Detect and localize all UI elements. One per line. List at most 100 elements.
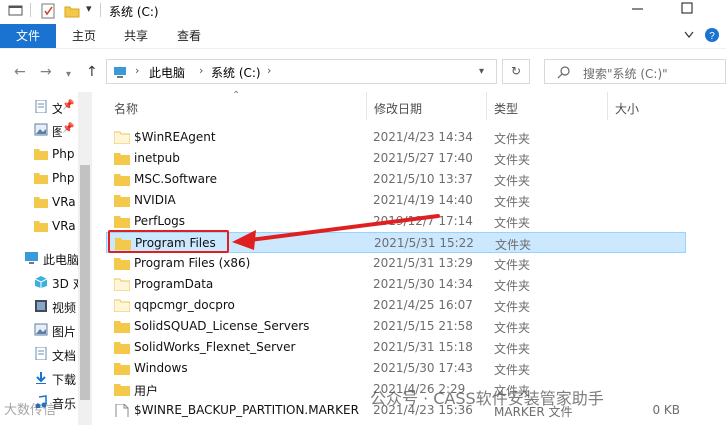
file-row[interactable]: ProgramData 2021/5/30 14:34 文件夹 <box>106 274 686 295</box>
nav-label: 文档 <box>52 349 77 363</box>
nav-label: VRa <box>52 195 76 209</box>
tab-view[interactable]: 查看 <box>177 24 201 48</box>
column-header-size[interactable]: 大小 <box>608 92 726 120</box>
column-header-name[interactable]: 名称 ⌃ <box>106 90 368 120</box>
nav-item-pictures-pinned[interactable]: 图 📌 <box>0 120 78 140</box>
file-type: 文件夹 <box>494 174 531 188</box>
nav-item-videos[interactable]: 视频 <box>0 296 78 316</box>
separator <box>30 3 31 17</box>
breadcrumb-drive-c[interactable]: 系统 (C:) <box>211 64 261 81</box>
file-date: 2021/5/31 15:22 <box>374 236 474 250</box>
column-label: 修改日期 <box>374 102 423 116</box>
folder-icon <box>114 258 130 270</box>
file-type: 文件夹 <box>494 195 531 209</box>
window-title: 系统 (C:) <box>109 5 159 19</box>
folder-icon <box>34 197 48 208</box>
expand-ribbon-icon[interactable] <box>682 29 696 41</box>
file-row[interactable]: Windows 2021/5/30 17:43 文件夹 <box>106 358 686 379</box>
file-name: qqpcmgr_docpro <box>134 298 235 312</box>
nav-item-pictures[interactable]: 图片 <box>0 320 78 340</box>
column-label: 大小 <box>615 102 640 116</box>
column-header-type[interactable]: 类型 <box>487 92 605 120</box>
nav-label: 视频 <box>52 301 77 315</box>
breadcrumb-this-pc[interactable]: 此电脑 <box>149 64 185 81</box>
nav-item-folder[interactable]: Php <box>0 144 78 164</box>
tab-share[interactable]: 共享 <box>124 24 148 48</box>
pin-icon[interactable]: 📌 <box>62 123 74 134</box>
new-folder-icon[interactable] <box>64 3 80 19</box>
recent-locations-icon[interactable]: ▾ <box>66 68 71 82</box>
address-bar[interactable]: › 此电脑 › 系统 (C:) › ▾ <box>106 59 497 84</box>
file-date: 2019/12/7 17:14 <box>373 214 473 228</box>
forward-arrow-icon[interactable]: → <box>40 65 52 79</box>
file-row[interactable]: MSC.Software 2021/5/10 13:37 文件夹 <box>106 169 686 190</box>
column-label: 类型 <box>494 102 519 116</box>
nav-item-3d-objects[interactable]: 3D 对 <box>0 272 78 292</box>
file-name: NVIDIA <box>134 193 176 207</box>
file-name: inetpub <box>134 151 180 165</box>
breadcrumb-separator-icon[interactable]: › <box>267 64 271 77</box>
file-row[interactable]: PerfLogs 2019/12/7 17:14 文件夹 <box>106 211 686 232</box>
nav-item-documents-pinned[interactable]: 文 📌 <box>0 97 78 117</box>
file-row[interactable]: SolidSQUAD_License_Servers 2021/5/15 21:… <box>106 316 686 337</box>
column-header-modified[interactable]: 修改日期 <box>367 92 485 120</box>
nav-item-this-pc[interactable]: 此电脑 <box>0 248 78 268</box>
folder-icon <box>114 299 130 312</box>
help-icon[interactable]: ? <box>704 27 720 43</box>
file-name: Windows <box>134 361 188 375</box>
file-date: 2021/5/15 21:58 <box>373 319 473 333</box>
nav-item-folder[interactable]: VRa <box>0 192 78 212</box>
file-type: 文件夹 <box>494 216 531 230</box>
folder-icon <box>114 342 130 354</box>
title-bar: ▾ 系统 (C:) <box>0 0 726 22</box>
file-date: 2021/4/23 14:34 <box>373 130 473 144</box>
file-row[interactable]: SolidWorks_Flexnet_Server 2021/5/31 15:1… <box>106 337 686 358</box>
column-label: 名称 <box>114 102 139 116</box>
maximize-button[interactable] <box>666 0 706 20</box>
file-date: 2021/5/31 15:18 <box>373 340 473 354</box>
address-dropdown-icon[interactable]: ▾ <box>479 66 484 77</box>
file-row[interactable]: $WinREAgent 2021/4/23 14:34 文件夹 <box>106 127 686 148</box>
computer-icon <box>114 67 126 78</box>
search-input[interactable]: 搜索"系统 (C:)" <box>544 59 726 84</box>
maximize-icon <box>681 2 693 14</box>
ribbon-tabs: 文件 主页 共享 查看 ? <box>0 22 726 48</box>
nav-item-documents[interactable]: 文档 <box>0 344 78 364</box>
file-icon <box>115 404 129 417</box>
nav-label: 3D 对 <box>52 277 78 291</box>
pin-icon[interactable]: 📌 <box>62 100 74 111</box>
separator <box>100 3 101 17</box>
watermark-left: 大数传信 <box>4 403 57 418</box>
nav-scrollbar-thumb[interactable] <box>80 165 90 400</box>
refresh-button[interactable]: ↻ <box>502 59 530 84</box>
folder-icon <box>114 131 130 144</box>
nav-item-downloads[interactable]: 下载 <box>0 368 78 388</box>
file-row[interactable]: inetpub 2021/5/27 17:40 文件夹 <box>106 148 686 169</box>
up-arrow-icon[interactable]: ↑ <box>86 65 98 79</box>
breadcrumb-separator-icon[interactable]: › <box>135 64 139 77</box>
nav-item-folder[interactable]: VRa <box>0 216 78 236</box>
file-type: 文件夹 <box>495 238 532 252</box>
properties-icon[interactable] <box>40 3 56 19</box>
refresh-icon: ↻ <box>510 64 522 78</box>
file-row[interactable]: qqpcmgr_docpro 2021/4/25 16:07 文件夹 <box>106 295 686 316</box>
file-type: 文件夹 <box>494 153 531 167</box>
file-row[interactable]: NVIDIA 2021/4/19 14:40 文件夹 <box>106 190 686 211</box>
customize-quick-access-icon[interactable]: ▾ <box>86 2 92 15</box>
file-date: 2021/5/27 17:40 <box>373 151 473 165</box>
file-type: 文件夹 <box>494 300 531 314</box>
document-icon <box>35 347 47 360</box>
minimize-button[interactable] <box>618 0 658 20</box>
nav-item-folder[interactable]: Php <box>0 168 78 188</box>
folder-icon <box>34 173 48 184</box>
tab-home[interactable]: 主页 <box>72 24 96 48</box>
nav-label: Php <box>52 171 75 185</box>
picture-icon <box>34 123 48 136</box>
file-row[interactable]: Program Files (x86) 2021/5/31 13:29 文件夹 <box>106 253 686 274</box>
explorer-window-icon[interactable] <box>8 3 24 17</box>
tab-file[interactable]: 文件 <box>0 24 56 48</box>
breadcrumb-separator-icon[interactable]: › <box>199 64 203 77</box>
file-name: SolidWorks_Flexnet_Server <box>134 340 296 354</box>
file-name: MSC.Software <box>134 172 218 186</box>
back-arrow-icon[interactable]: ← <box>14 65 26 79</box>
